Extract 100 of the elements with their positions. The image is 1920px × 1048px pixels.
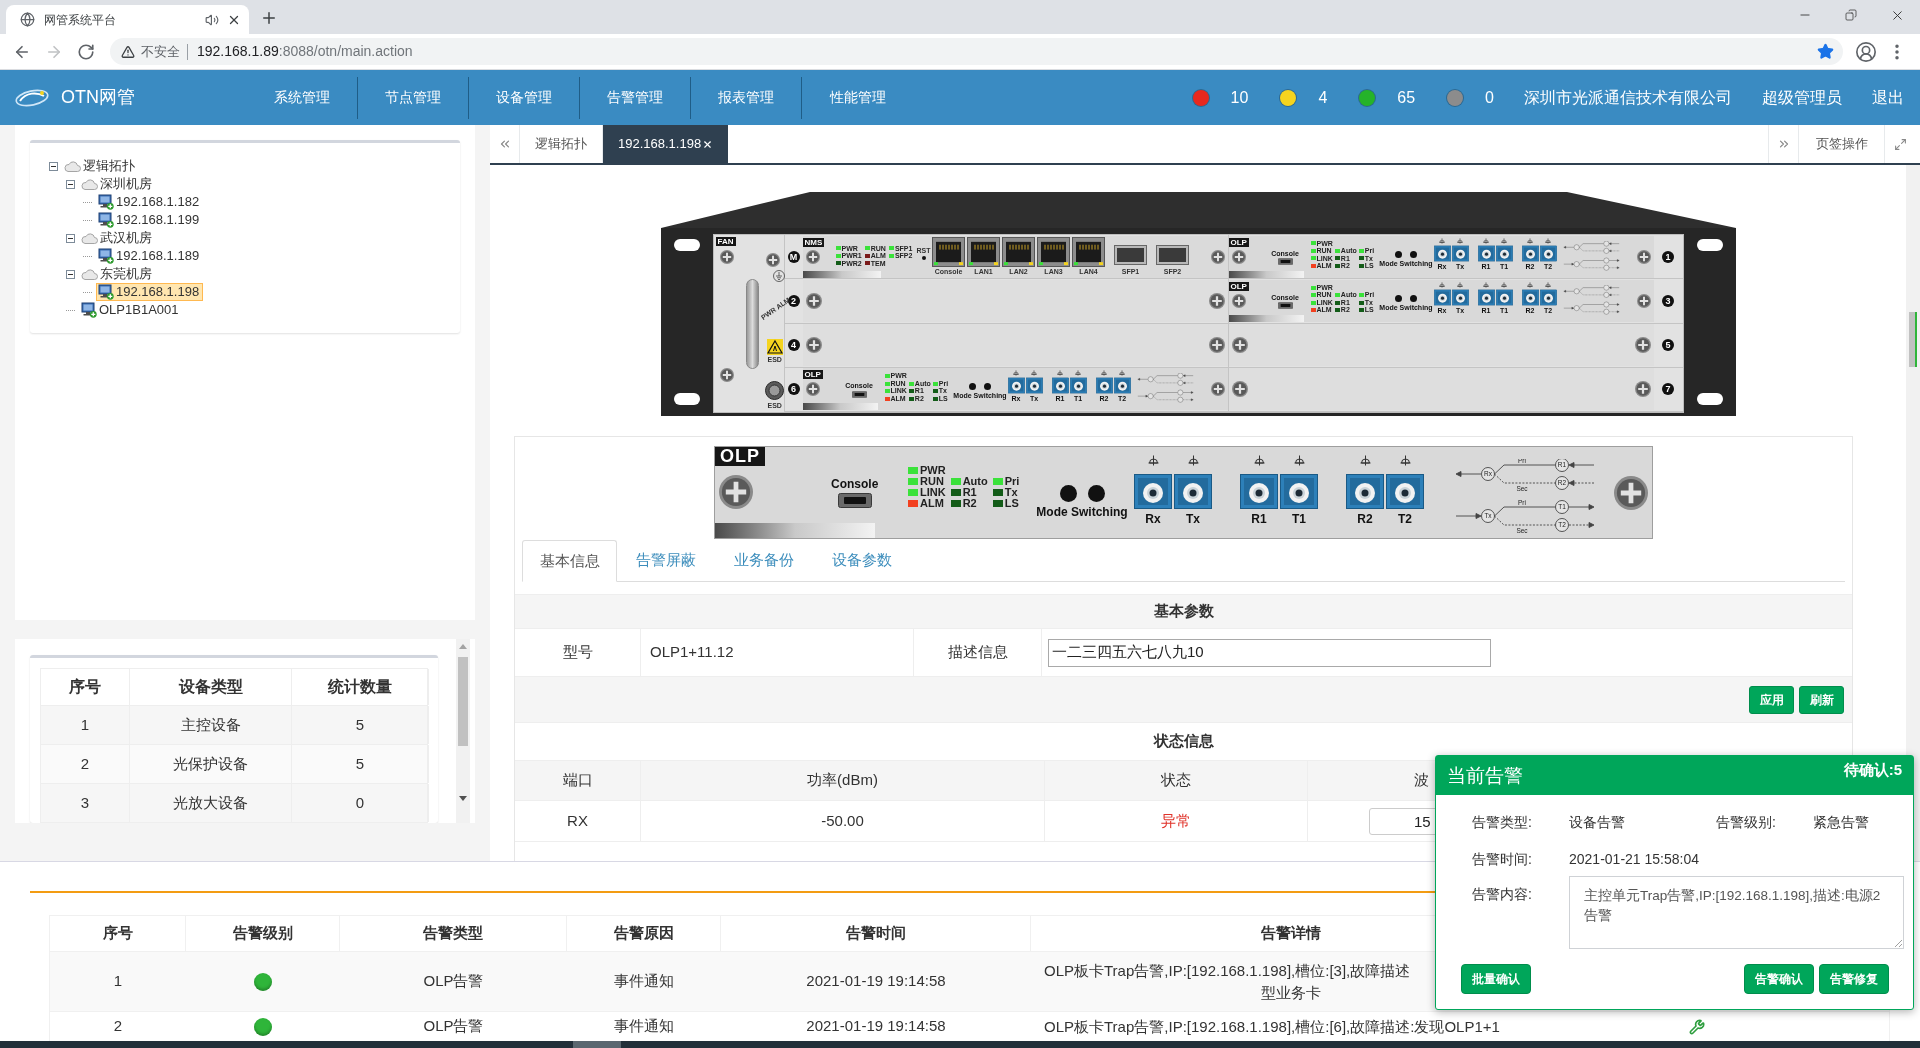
- tree-node[interactable]: 192.168.1.199: [96, 211, 204, 229]
- screw-icon: [719, 475, 753, 509]
- bookmark-star-icon[interactable]: [1817, 43, 1834, 60]
- batch-confirm-button[interactable]: 批量确认: [1461, 964, 1531, 994]
- address-bar[interactable]: 不安全 192.168.1.89:8088/otn/main.action: [110, 38, 1843, 65]
- push-button-icon: [1087, 485, 1105, 502]
- speaker-icon[interactable]: [205, 12, 219, 27]
- tree-node[interactable]: 东莞机房: [79, 265, 156, 283]
- nav-menu-item[interactable]: 报表管理: [691, 76, 802, 119]
- screw-icon: [1231, 249, 1246, 264]
- detail-tab[interactable]: 基本信息: [522, 540, 617, 582]
- horizontal-scrollbar[interactable]: [0, 1041, 1920, 1048]
- field-label: 型号: [562, 642, 593, 663]
- scroll-up-icon[interactable]: [459, 644, 467, 649]
- scrollbar[interactable]: [1906, 165, 1920, 861]
- popup-title: 当前告警: [1447, 765, 1523, 787]
- nav-menu-item[interactable]: 设备管理: [469, 76, 580, 119]
- laser-symbol-icon: [1031, 370, 1037, 377]
- alarm-count[interactable]: 4: [1318, 85, 1328, 110]
- description-input[interactable]: 一二三四五六七八九10: [1048, 638, 1491, 667]
- table-cell: 1: [41, 706, 130, 744]
- screw-icon: [1208, 292, 1225, 309]
- screw-icon: [1208, 337, 1225, 354]
- alarm-content-field[interactable]: 主控单元Trap告警,IP:[192.168.1.198],描述:电源2告警: [1569, 876, 1904, 949]
- tree-node[interactable]: 192.168.1.189: [96, 247, 204, 265]
- nav-menu-item[interactable]: 节点管理: [358, 76, 469, 119]
- console-label: Console: [831, 477, 879, 491]
- browser-tab[interactable]: 网管系统平台: [6, 5, 249, 34]
- alarm-count[interactable]: 0: [1485, 85, 1494, 110]
- table-cell-text: 1: [113, 971, 123, 992]
- reload-icon: [77, 42, 95, 61]
- tree-node[interactable]: 深圳机房: [79, 175, 156, 193]
- port-label: R2: [1357, 513, 1373, 526]
- nav-menu-item[interactable]: 性能管理: [802, 76, 913, 119]
- console-port-icon: [851, 390, 867, 398]
- optical-port-icon: [1539, 288, 1557, 306]
- column-header: 设备类型: [130, 669, 292, 705]
- table-cell-text: 型业务卡: [1261, 982, 1321, 1003]
- tree-node[interactable]: 192.168.1.182: [96, 193, 204, 211]
- esd-jack-icon: [764, 381, 784, 400]
- mode-switching-label: Mode Switching: [1036, 505, 1128, 519]
- page-tab[interactable]: 192.168.1.198: [603, 125, 729, 163]
- confirm-button[interactable]: 告警确认: [1744, 964, 1814, 994]
- optical-port-icon: [1451, 244, 1469, 262]
- optical-port-icon: [1240, 474, 1278, 509]
- scroll-down-icon[interactable]: [459, 796, 467, 801]
- cloud-icon: [81, 178, 98, 190]
- screw-icon: [805, 292, 822, 309]
- collapse-icon[interactable]: [66, 179, 75, 189]
- screw-icon: [1231, 293, 1246, 308]
- wrench-icon[interactable]: [1689, 1018, 1705, 1035]
- optical-port-icon: [1433, 288, 1451, 306]
- slot-number: 4: [787, 339, 800, 352]
- led-label: Tx: [1004, 487, 1018, 498]
- tree-node[interactable]: OLP1B1A001: [79, 301, 183, 319]
- collapse-icon[interactable]: [66, 269, 75, 279]
- led-label: R1: [962, 487, 977, 498]
- card-title: OLP: [715, 447, 765, 466]
- ground-icon: [772, 270, 785, 282]
- collapse-icon[interactable]: [49, 161, 58, 171]
- tree-node[interactable]: 逻辑拓扑: [62, 157, 139, 175]
- table-cell-text: 2021-01-19 19:14:58: [806, 1016, 946, 1037]
- refresh-button[interactable]: 刷新: [1799, 685, 1844, 714]
- screw-icon: [1210, 249, 1225, 264]
- esd-warning-icon: [766, 339, 783, 355]
- detail-tab[interactable]: 业务备份: [715, 540, 813, 581]
- apply-button[interactable]: 应用: [1749, 685, 1794, 714]
- section-title: 状态信息: [1153, 731, 1214, 752]
- led-label: PWR: [920, 465, 946, 476]
- laser-symbol-icon: [1187, 455, 1199, 466]
- tree-node[interactable]: 192.168.1.198: [96, 283, 204, 301]
- ethernet-port-icon: [1037, 236, 1070, 267]
- led-label: RUN: [920, 476, 944, 487]
- collapse-icon[interactable]: [66, 233, 75, 243]
- tree-node[interactable]: 武汉机房: [79, 229, 156, 247]
- tab-actions-button[interactable]: 页签操作: [1798, 125, 1884, 163]
- nav-menu-item[interactable]: 告警管理: [580, 76, 691, 119]
- nav-menu-item[interactable]: 系统管理: [247, 76, 358, 119]
- repair-button[interactable]: 告警修复: [1819, 964, 1889, 994]
- alarm-count[interactable]: 10: [1230, 85, 1249, 110]
- scrollbar-thumb[interactable]: [1909, 312, 1917, 367]
- scrollbar-thumb[interactable]: [573, 1041, 621, 1048]
- optical-path-drawing: [1562, 284, 1620, 316]
- user-name[interactable]: 超级管理员: [1762, 85, 1842, 110]
- computer-icon: [98, 248, 114, 264]
- resize-grip-icon[interactable]: [1894, 939, 1902, 947]
- table-cell-text: OLP告警: [423, 1016, 484, 1037]
- close-icon[interactable]: [702, 138, 714, 150]
- detail-tab[interactable]: 设备参数: [813, 540, 911, 581]
- scrollbar-thumb[interactable]: [458, 657, 468, 746]
- optical-port-icon: [1174, 474, 1212, 509]
- screw-icon: [805, 337, 822, 354]
- led-label: LS: [1004, 498, 1019, 509]
- table-cell-text: -50.00: [821, 810, 864, 831]
- detail-tab[interactable]: 告警屏蔽: [617, 540, 715, 581]
- new-tab-icon[interactable]: [260, 9, 278, 27]
- logout-link[interactable]: 退出: [1872, 85, 1904, 110]
- profile-icon[interactable]: [1855, 40, 1877, 63]
- field-value: 2021-01-21 15:58:04: [1569, 849, 1699, 869]
- alarm-count[interactable]: 65: [1397, 85, 1416, 110]
